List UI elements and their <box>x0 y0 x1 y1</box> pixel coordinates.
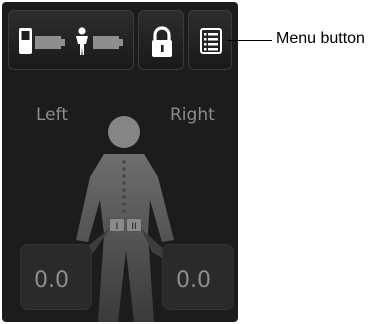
figure-head <box>108 116 140 148</box>
electrode-left-label: I <box>116 222 119 232</box>
phone-battery-icon <box>35 36 65 49</box>
phone-icon <box>19 28 32 54</box>
person-icon <box>76 27 88 55</box>
callout-line <box>228 40 272 41</box>
menu-button[interactable] <box>188 10 232 70</box>
lock-button[interactable] <box>138 10 184 70</box>
stimulator-app-screen: Left Right I II 0.0 0.0 <box>2 2 238 322</box>
status-bar <box>8 10 134 70</box>
right-intensity-value: 0.0 <box>176 268 211 293</box>
padlock-icon <box>152 26 172 57</box>
top-toolbar <box>8 10 232 70</box>
callout-label: Menu button <box>276 30 365 47</box>
menu-list-icon <box>200 28 222 54</box>
left-intensity-value: 0.0 <box>34 268 69 293</box>
stimulator-battery-icon <box>93 36 123 49</box>
electrode-right-label: II <box>131 222 136 232</box>
